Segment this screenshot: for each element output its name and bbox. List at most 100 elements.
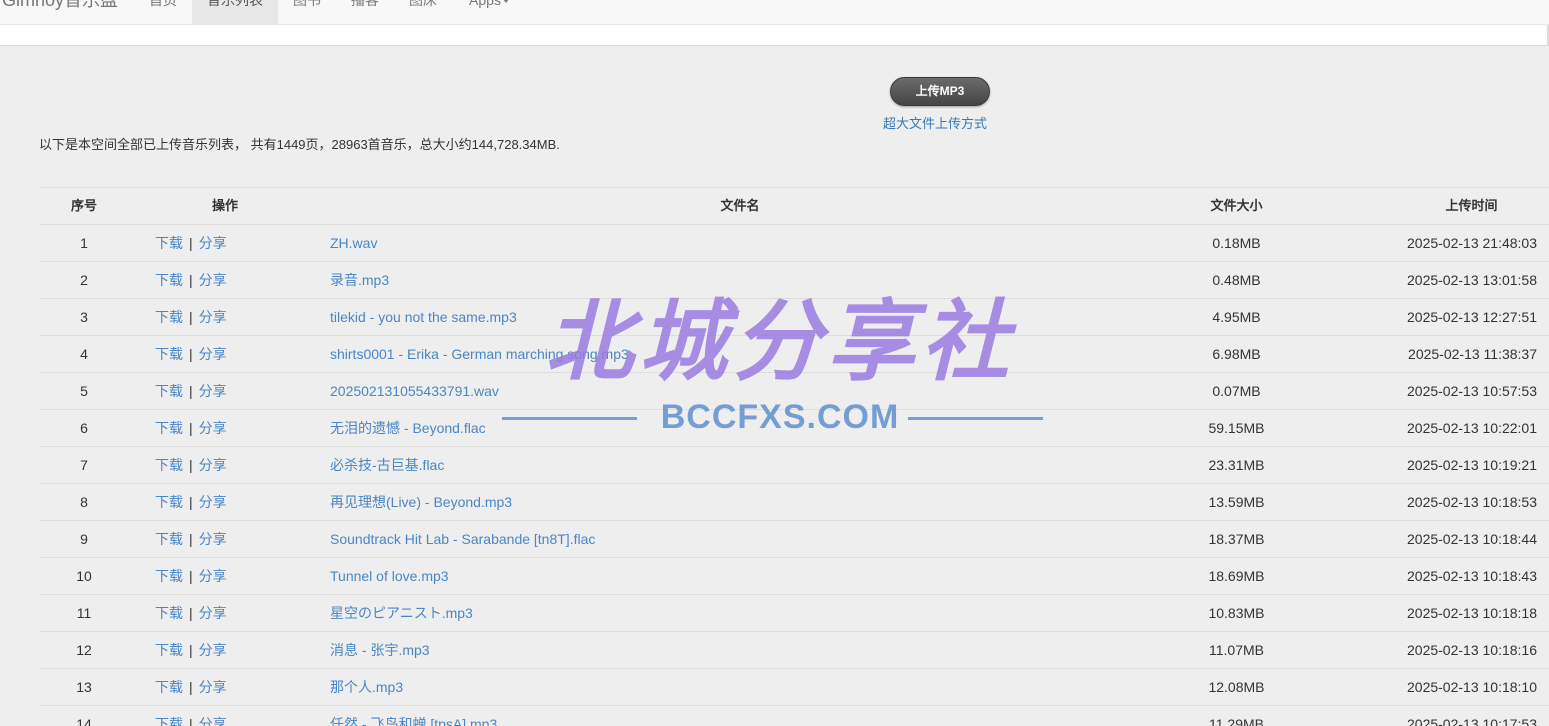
download-link[interactable]: 下载	[155, 568, 183, 584]
filename-link[interactable]: Soundtrack Hit Lab - Sarabande [tn8T].fl…	[330, 521, 910, 557]
upload-time: 2025-02-13 11:38:37	[1408, 346, 1537, 362]
share-link[interactable]: 分享	[199, 494, 227, 510]
brand-logo[interactable]: Gimhoy音乐盘	[2, 0, 118, 12]
top-navbar: Gimhoy音乐盘 首页 音乐列表 图书 播客 图床 Apps	[0, 0, 1549, 25]
file-size: 59.15MB	[1208, 420, 1265, 436]
share-link[interactable]: 分享	[199, 457, 227, 473]
nav-apps-dropdown[interactable]: Apps	[458, 0, 520, 25]
filename-link[interactable]: 202502131055433791.wav	[330, 373, 910, 409]
action-separator: |	[189, 679, 193, 695]
file-size: 13.59MB	[1208, 494, 1265, 510]
nav-music-list[interactable]: 音乐列表	[192, 0, 278, 25]
filename-link[interactable]: shirts0001 - Erika - German marching son…	[330, 336, 910, 372]
share-link[interactable]: 分享	[199, 679, 227, 695]
upload-mp3-button[interactable]: 上传MP3	[890, 77, 990, 106]
table-row: 10 下载 | 分享 Tunnel of love.mp3 18.69MB 2025-02-…	[39, 557, 1549, 594]
upload-time: 2025-02-13 12:27:51	[1407, 309, 1537, 325]
filename-link[interactable]: 星空のピアニスト.mp3	[330, 595, 910, 631]
filename-link[interactable]: 录音.mp3	[330, 262, 910, 298]
row-actions: 下载 | 分享	[155, 595, 295, 631]
row-index: 1	[80, 235, 88, 251]
filename-link[interactable]: 消息 - 张宇.mp3	[330, 632, 910, 668]
header-index: 序号	[70, 198, 97, 213]
filename-link[interactable]: 任然 - 飞鸟和蝉 [tpsA].mp3	[330, 706, 910, 726]
action-separator: |	[189, 568, 193, 584]
nav-image-host[interactable]: 图床	[398, 0, 448, 25]
table-row: 14 下载 | 分享 任然 - 飞鸟和蝉 [tpsA].mp3 11.29MB 2025-0…	[39, 705, 1549, 726]
download-link[interactable]: 下载	[155, 457, 183, 473]
filename-link[interactable]: tilekid - you not the same.mp3	[330, 299, 910, 335]
table-header-row: 序号 操作 文件名 文件大小 上传时间	[39, 187, 1549, 224]
table-row: 2 下载 | 分享 录音.mp3 0.48MB 2025-02-13 13:01:58	[39, 261, 1549, 298]
row-actions: 下载 | 分享	[155, 706, 295, 726]
download-link[interactable]: 下载	[155, 531, 183, 547]
table-row: 7 下载 | 分享 必杀技-古巨基.flac 23.31MB 2025-02-13 10:1…	[39, 446, 1549, 483]
action-separator: |	[189, 235, 193, 251]
action-separator: |	[189, 457, 193, 473]
row-index: 10	[76, 568, 92, 584]
filename-link[interactable]: 那个人.mp3	[330, 669, 910, 705]
download-link[interactable]: 下载	[155, 272, 183, 288]
download-link[interactable]: 下载	[155, 494, 183, 510]
row-actions: 下载 | 分享	[155, 632, 295, 668]
row-actions: 下载 | 分享	[155, 373, 295, 409]
row-index: 9	[80, 531, 88, 547]
row-index: 5	[80, 383, 88, 399]
download-link[interactable]: 下载	[155, 679, 183, 695]
download-link[interactable]: 下载	[155, 309, 183, 325]
row-actions: 下载 | 分享	[155, 521, 295, 557]
download-link[interactable]: 下载	[155, 642, 183, 658]
download-link[interactable]: 下载	[155, 605, 183, 621]
file-size: 0.48MB	[1212, 272, 1261, 288]
nav-books[interactable]: 图书	[282, 0, 332, 25]
share-link[interactable]: 分享	[199, 531, 227, 547]
action-separator: |	[189, 309, 193, 325]
filename-link[interactable]: Tunnel of love.mp3	[330, 558, 910, 594]
action-separator: |	[189, 272, 193, 288]
row-index: 11	[76, 605, 92, 621]
download-link[interactable]: 下载	[155, 420, 183, 436]
nav-apps-label: Apps	[469, 0, 501, 8]
nav-home[interactable]: 首页	[138, 0, 188, 25]
filename-link[interactable]: ZH.wav	[330, 225, 910, 261]
table-row: 13 下载 | 分享 那个人.mp3 12.08MB 2025-02-13 10:18:10	[39, 668, 1549, 705]
row-index: 6	[80, 420, 88, 436]
action-separator: |	[189, 531, 193, 547]
download-link[interactable]: 下载	[155, 716, 183, 726]
row-actions: 下载 | 分享	[155, 558, 295, 594]
share-link[interactable]: 分享	[199, 235, 227, 251]
upload-time: 2025-02-13 10:18:53	[1407, 494, 1537, 510]
filename-link[interactable]: 无泪的遗憾 - Beyond.flac	[330, 410, 910, 446]
share-link[interactable]: 分享	[199, 383, 227, 399]
upload-time: 2025-02-13 10:19:21	[1407, 457, 1537, 473]
row-actions: 下载 | 分享	[155, 336, 295, 372]
table-row: 5 下载 | 分享 202502131055433791.wav 0.07MB 2025-0…	[39, 372, 1549, 409]
share-link[interactable]: 分享	[199, 605, 227, 621]
download-link[interactable]: 下载	[155, 346, 183, 362]
filename-link[interactable]: 再见理想(Live) - Beyond.mp3	[330, 484, 910, 520]
large-file-upload-link[interactable]: 超大文件上传方式	[883, 113, 987, 132]
share-link[interactable]: 分享	[199, 420, 227, 436]
file-size: 6.98MB	[1212, 346, 1261, 362]
share-link[interactable]: 分享	[199, 272, 227, 288]
share-link[interactable]: 分享	[199, 346, 227, 362]
upload-time: 2025-02-13 21:48:03	[1407, 235, 1537, 251]
share-link[interactable]: 分享	[199, 568, 227, 584]
filename-link[interactable]: 必杀技-古巨基.flac	[330, 447, 910, 483]
file-size: 12.08MB	[1208, 679, 1265, 695]
music-table: 序号 操作 文件名 文件大小 上传时间 1 下载 | 分享 ZH.wav 0.18MB 20…	[39, 187, 1549, 726]
share-link[interactable]: 分享	[199, 716, 227, 726]
header-upload-time: 上传时间	[1445, 198, 1498, 213]
share-link[interactable]: 分享	[199, 642, 227, 658]
share-link[interactable]: 分享	[199, 309, 227, 325]
nav-podcast[interactable]: 播客	[340, 0, 390, 25]
header-actions: 操作	[211, 198, 238, 213]
summary-text: 以下是本空间全部已上传音乐列表， 共有1449页，28963首音乐，总大小约14…	[39, 137, 560, 152]
table-row: 12 下载 | 分享 消息 - 张宇.mp3 11.07MB 2025-02-13 10:1…	[39, 631, 1549, 668]
row-index: 13	[76, 679, 92, 695]
download-link[interactable]: 下载	[155, 383, 183, 399]
download-link[interactable]: 下载	[155, 235, 183, 251]
file-size: 0.07MB	[1212, 383, 1261, 399]
table-row: 11 下载 | 分享 星空のピアニスト.mp3 10.83MB 2025-02-13 10:…	[39, 594, 1549, 631]
row-actions: 下载 | 分享	[155, 447, 295, 483]
